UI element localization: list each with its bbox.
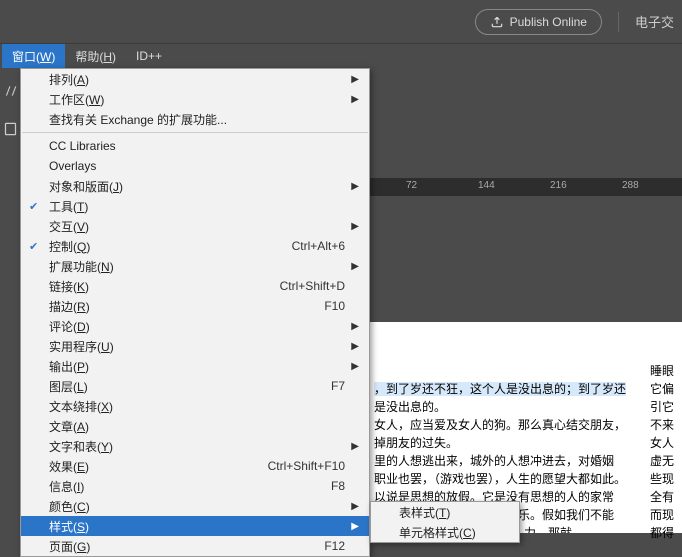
menu-item-pages[interactable]: 页面(G)F12: [21, 536, 369, 556]
menu-bar: 窗口(W) 帮助(H) ID++: [0, 44, 682, 68]
tool-strip: [0, 68, 20, 533]
menu-item-type-tables[interactable]: 文字和表(Y)▶: [21, 436, 369, 456]
submenu-item-cell-styles[interactable]: 单元格样式(C): [371, 522, 519, 542]
chevron-right-icon: ▶: [351, 361, 359, 372]
chevron-right-icon: ▶: [351, 94, 359, 105]
doc-line: 职业也罢，（游戏也罢），人生的愿望大都如此。: [374, 470, 678, 488]
chevron-right-icon: ▶: [351, 181, 359, 192]
side-line: 不来: [650, 416, 682, 434]
check-icon: ✔: [29, 200, 38, 213]
menu-item-object-layout[interactable]: 对象和版面(J)▶: [21, 176, 369, 196]
chevron-right-icon: ▶: [351, 501, 359, 512]
horizontal-ruler: 72 144 216 288: [370, 178, 682, 196]
publish-online-button[interactable]: Publish Online: [475, 9, 602, 35]
menu-item-comments[interactable]: 评论(D)▶: [21, 316, 369, 336]
menu-item-articles[interactable]: 文章(A): [21, 416, 369, 436]
side-line: 虚无: [650, 452, 682, 470]
submenu-item-table-styles[interactable]: 表样式(T): [371, 502, 519, 522]
doc-line: 女人，应当爱及女人的狗。那么真心结交朋友，: [374, 416, 678, 434]
menu-item-workspace[interactable]: 工作区(W)▶: [21, 89, 369, 109]
menu-item-textwrap[interactable]: 文本绕排(X): [21, 396, 369, 416]
menu-item-output[interactable]: 输出(P)▶: [21, 356, 369, 376]
menu-item-arrange[interactable]: 排列(A)▶: [21, 69, 369, 89]
doc-line: 是没出息的。: [374, 398, 678, 416]
chevron-right-icon: ▶: [351, 221, 359, 232]
menu-window[interactable]: 窗口(W): [2, 44, 65, 69]
menu-idpp[interactable]: ID++: [126, 45, 172, 67]
side-line: 它偏: [650, 380, 682, 398]
menu-item-tools[interactable]: ✔工具(T): [21, 196, 369, 216]
menu-item-exchange[interactable]: 查找有关 Exchange 的扩展功能...: [21, 109, 369, 129]
ruler-tick: 288: [622, 180, 639, 191]
publish-label: Publish Online: [510, 15, 587, 29]
window-menu-dropdown: 排列(A)▶ 工作区(W)▶ 查找有关 Exchange 的扩展功能... CC…: [20, 68, 370, 557]
side-line: 些现: [650, 470, 682, 488]
side-line: 睡眼: [650, 362, 682, 380]
menu-item-cclibraries[interactable]: CC Libraries: [21, 136, 369, 156]
chevron-right-icon: ▶: [351, 521, 359, 532]
chevron-right-icon: ▶: [351, 261, 359, 272]
menu-separator: [22, 132, 368, 133]
check-icon: ✔: [29, 240, 38, 253]
pasteboard: [370, 196, 682, 322]
doc-line: 里的人想逃出来，城外的人想冲进去，对婚姻: [374, 452, 678, 470]
menu-help[interactable]: 帮助(H): [65, 44, 126, 69]
ruler-tick: 216: [550, 180, 567, 191]
side-line: 女人: [650, 434, 682, 452]
side-line: 全有: [650, 488, 682, 506]
menu-item-control[interactable]: ✔控制(Q)Ctrl+Alt+6: [21, 236, 369, 256]
doc-line: 掉朋友的过失。: [374, 434, 678, 452]
menu-item-info[interactable]: 信息(I)F8: [21, 476, 369, 496]
menu-item-color[interactable]: 颜色(C)▶: [21, 496, 369, 516]
ruler-tick: 144: [478, 180, 495, 191]
tool-icon-2[interactable]: [0, 114, 20, 144]
top-bar: Publish Online 电子交: [0, 0, 682, 44]
side-line: 都得: [650, 524, 682, 542]
menu-item-effects[interactable]: 效果(E)Ctrl+Shift+F10: [21, 456, 369, 476]
chevron-right-icon: ▶: [351, 341, 359, 352]
menu-item-layers[interactable]: 图层(L)F7: [21, 376, 369, 396]
chevron-right-icon: ▶: [351, 74, 359, 85]
chevron-right-icon: ▶: [351, 321, 359, 332]
styles-submenu: 表样式(T) 单元格样式(C): [370, 501, 520, 543]
document-side-column: 睡眼 它偏 引它 不来 女人 虚无 些现 全有 而现 都得: [650, 322, 682, 533]
tool-icon-1[interactable]: [0, 76, 20, 106]
ruler-tick: 72: [406, 180, 417, 191]
menu-item-extensions[interactable]: 扩展功能(N)▶: [21, 256, 369, 276]
menu-item-styles[interactable]: 样式(S)▶: [21, 516, 369, 536]
side-line: 引它: [650, 398, 682, 416]
menu-item-stroke[interactable]: 描边(R)F10: [21, 296, 369, 316]
menu-item-interactive[interactable]: 交互(V)▶: [21, 216, 369, 236]
doc-line: ，到了岁还不狂，这个人是没出息的；到了岁还: [374, 380, 678, 398]
side-line: 而现: [650, 506, 682, 524]
chevron-right-icon: ▶: [351, 441, 359, 452]
menu-item-links[interactable]: 链接(K)Ctrl+Shift+D: [21, 276, 369, 296]
menu-item-overlays[interactable]: Overlays: [21, 156, 369, 176]
top-right-label: 电子交: [618, 12, 674, 32]
menu-item-utilities[interactable]: 实用程序(U)▶: [21, 336, 369, 356]
upload-icon: [490, 15, 504, 29]
